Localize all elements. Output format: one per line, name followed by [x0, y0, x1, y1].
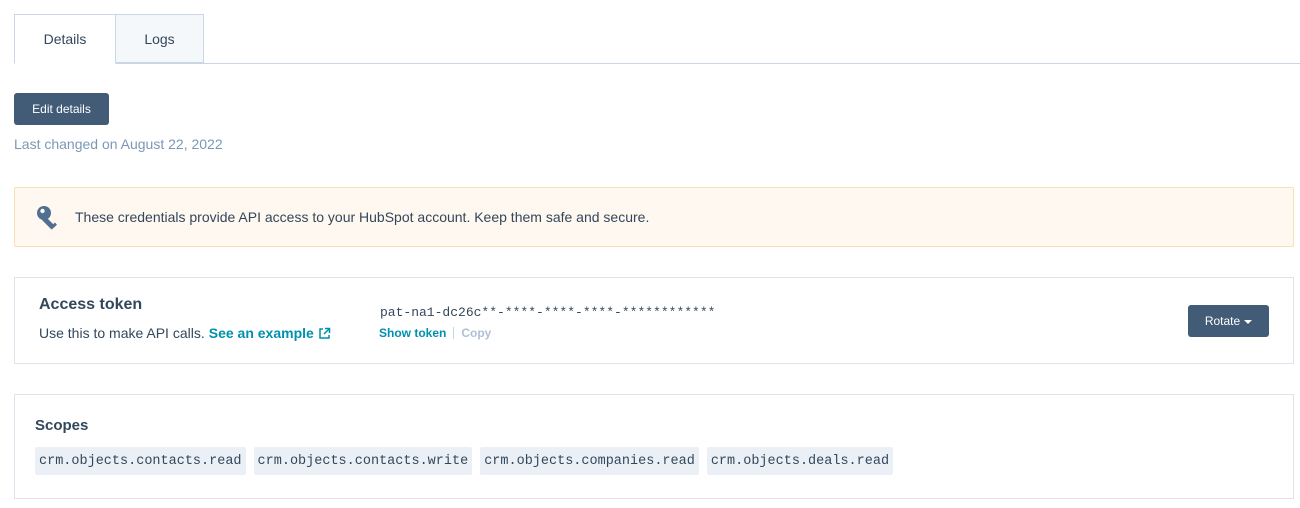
- scope-tag: crm.objects.contacts.read: [35, 447, 246, 475]
- scope-tag: crm.objects.deals.read: [706, 447, 894, 475]
- tab-logs[interactable]: Logs: [115, 14, 204, 63]
- alert-message: These credentials provide API access to …: [75, 209, 650, 225]
- access-token-card: Access token Use this to make API calls.…: [14, 277, 1294, 364]
- access-token-description: Use this to make API calls. See an examp…: [39, 325, 331, 341]
- caret-down-icon: [1244, 319, 1253, 324]
- security-alert: These credentials provide API access to …: [14, 187, 1294, 247]
- tab-details-label: Details: [43, 31, 87, 47]
- access-token-title: Access token: [39, 296, 143, 313]
- divider: [453, 327, 455, 339]
- show-token-link[interactable]: Show token: [379, 326, 446, 340]
- last-changed-text: Last changed on August 22, 2022: [14, 136, 223, 152]
- see-example-label: See an example: [208, 325, 314, 341]
- scopes-title: Scopes: [35, 417, 89, 434]
- scope-tag: crm.objects.companies.read: [480, 447, 699, 475]
- access-token-description-text: Use this to make API calls.: [39, 325, 205, 341]
- tab-bar: Logs Details: [14, 14, 1300, 64]
- key-icon: [37, 206, 57, 230]
- scope-tag: crm.objects.contacts.write: [253, 447, 473, 475]
- tab-details[interactable]: Details: [14, 14, 116, 64]
- scope-list: crm.objects.contacts.read crm.objects.co…: [35, 447, 894, 475]
- rotate-button-label: Rotate: [1204, 314, 1241, 328]
- token-actions: Show token Copy: [379, 326, 491, 340]
- see-example-link[interactable]: See an example: [209, 325, 331, 341]
- copy-link[interactable]: Copy: [461, 326, 491, 340]
- edit-details-button[interactable]: Edit details: [14, 93, 109, 125]
- access-token-value: pat-na1-dc26c**-****-****-****-*********…: [380, 305, 716, 320]
- private-app-details-page: Logs Details Edit details Last changed o…: [0, 0, 1300, 508]
- external-link-icon: [319, 327, 331, 339]
- rotate-button[interactable]: Rotate: [1188, 305, 1269, 337]
- scopes-card: Scopes crm.objects.contacts.read crm.obj…: [14, 394, 1294, 499]
- tab-logs-label: Logs: [144, 30, 175, 47]
